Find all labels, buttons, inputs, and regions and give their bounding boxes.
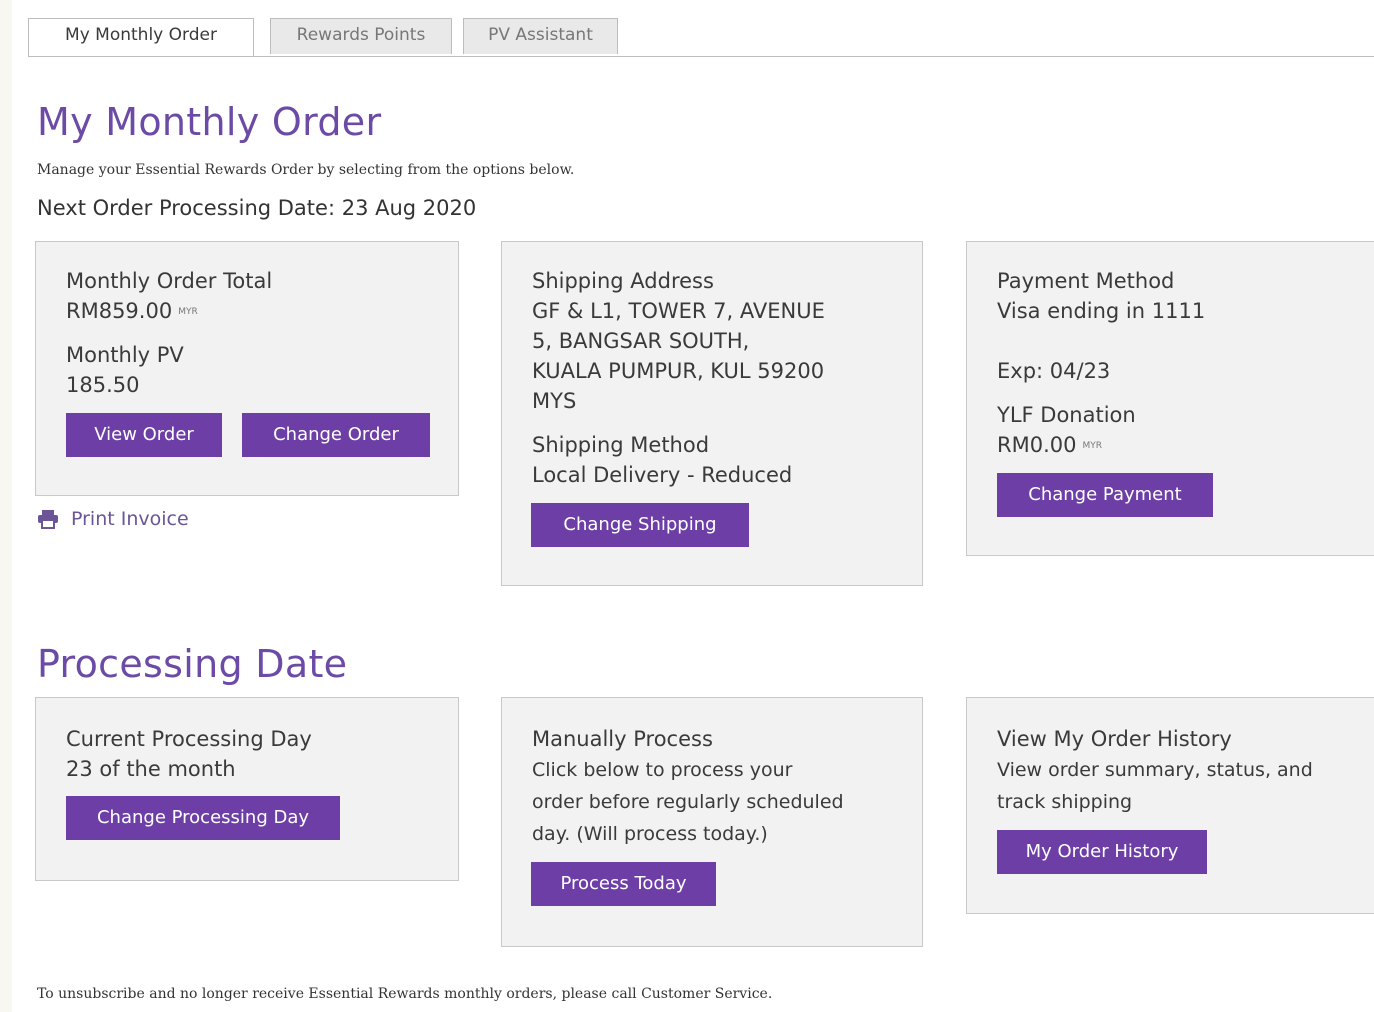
current-processing-value: 23 of the month bbox=[66, 757, 236, 781]
tab-bar: My Monthly Order Rewards Points PV Assis… bbox=[28, 18, 1374, 57]
order-total-value: RM859.00 MYR bbox=[66, 296, 198, 327]
manual-process-label: Manually Process bbox=[532, 727, 713, 751]
change-order-button[interactable]: Change Order bbox=[242, 413, 430, 457]
monthly-pv-label: Monthly PV bbox=[66, 343, 184, 367]
change-payment-button[interactable]: Change Payment bbox=[997, 473, 1213, 517]
print-invoice-label: Print Invoice bbox=[71, 508, 189, 530]
shipping-method-label: Shipping Method bbox=[532, 433, 710, 457]
shipping-address-line-1: GF & L1, TOWER 7, AVENUE bbox=[532, 299, 825, 323]
printer-icon bbox=[38, 510, 58, 529]
view-order-button[interactable]: View Order bbox=[66, 413, 222, 457]
next-order-date: Next Order Processing Date: 23 Aug 2020 bbox=[37, 196, 477, 220]
order-history-card: View My Order History View order summary… bbox=[966, 697, 1374, 914]
order-history-desc-1: View order summary, status, and bbox=[997, 759, 1313, 781]
tab-rewards-points[interactable]: Rewards Points bbox=[270, 18, 452, 54]
shipping-address-line-3: KUALA PUMPUR, KUL 59200 bbox=[532, 359, 825, 383]
tab-my-monthly-order[interactable]: My Monthly Order bbox=[28, 18, 254, 56]
monthly-pv-value: 185.50 bbox=[66, 373, 140, 397]
page-subtitle: Manage your Essential Rewards Order by s… bbox=[37, 162, 575, 178]
my-order-history-button[interactable]: My Order History bbox=[997, 830, 1207, 874]
tab-pv-assistant[interactable]: PV Assistant bbox=[463, 18, 618, 54]
change-shipping-button[interactable]: Change Shipping bbox=[531, 503, 749, 547]
ylf-donation-value: RM0.00 MYR bbox=[997, 430, 1102, 461]
process-today-button[interactable]: Process Today bbox=[531, 862, 716, 906]
order-total-amount: RM859.00 bbox=[66, 299, 173, 323]
manual-process-desc-2: order before regularly scheduled bbox=[532, 791, 844, 813]
ylf-donation-currency: MYR bbox=[1082, 441, 1102, 451]
manual-process-desc-1: Click below to process your bbox=[532, 759, 793, 781]
print-invoice-link[interactable]: Print Invoice bbox=[37, 508, 189, 530]
page: My Monthly Order Rewards Points PV Assis… bbox=[12, 0, 1374, 1012]
order-history-label: View My Order History bbox=[997, 727, 1232, 751]
current-processing-card: Current Processing Day 23 of the month C… bbox=[35, 697, 459, 881]
payment-method-value: Visa ending in 1111 bbox=[997, 299, 1206, 323]
change-processing-day-button[interactable]: Change Processing Day bbox=[66, 796, 340, 840]
ylf-donation-amount: RM0.00 bbox=[997, 433, 1077, 457]
order-history-desc-2: track shipping bbox=[997, 791, 1133, 813]
order-total-card: Monthly Order Total RM859.00 MYR Monthly … bbox=[35, 241, 459, 496]
manual-process-desc-3: day. (Will process today.) bbox=[532, 823, 768, 845]
current-processing-label: Current Processing Day bbox=[66, 727, 312, 751]
card-expiry: Exp: 04/23 bbox=[997, 359, 1111, 383]
shipping-address-line-4: MYS bbox=[532, 389, 577, 413]
shipping-card: Shipping Address GF & L1, TOWER 7, AVENU… bbox=[501, 241, 923, 586]
page-title: My Monthly Order bbox=[37, 100, 382, 144]
shipping-address-line-2: 5, BANGSAR SOUTH, bbox=[532, 329, 750, 353]
payment-card: Payment Method Visa ending in 1111 Exp: … bbox=[966, 241, 1374, 556]
processing-date-heading: Processing Date bbox=[37, 642, 348, 686]
unsubscribe-note: To unsubscribe and no longer receive Ess… bbox=[37, 986, 773, 1002]
ylf-donation-label: YLF Donation bbox=[997, 403, 1136, 427]
order-total-currency: MYR bbox=[178, 307, 198, 317]
shipping-address-label: Shipping Address bbox=[532, 269, 714, 293]
shipping-method-value: Local Delivery - Reduced bbox=[532, 463, 793, 487]
order-total-label: Monthly Order Total bbox=[66, 269, 273, 293]
manual-process-card: Manually Process Click below to process … bbox=[501, 697, 923, 947]
payment-method-label: Payment Method bbox=[997, 269, 1175, 293]
